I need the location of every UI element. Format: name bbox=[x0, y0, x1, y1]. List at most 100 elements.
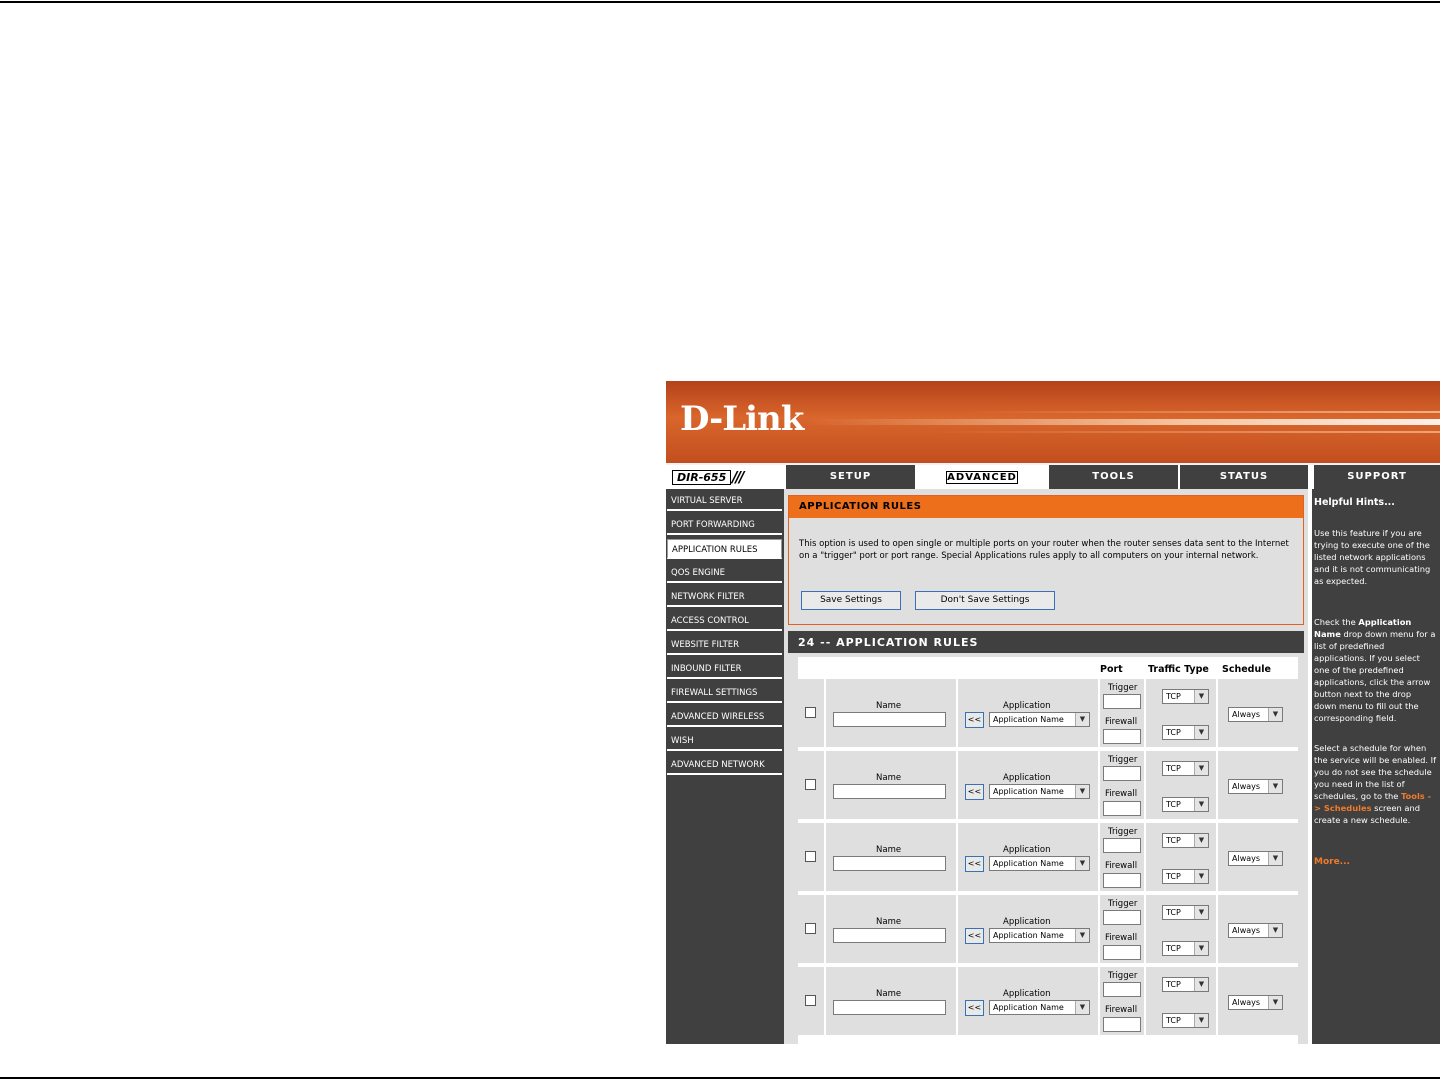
firewall-port-input[interactable] bbox=[1103, 729, 1141, 744]
name-input[interactable] bbox=[833, 856, 946, 871]
main-content: APPLICATION RULES This option is used to… bbox=[784, 489, 1308, 1044]
schedule-select[interactable]: Always ▼ bbox=[1228, 995, 1283, 1010]
helpful-hints-panel: Helpful Hints... Use this feature if you… bbox=[1312, 489, 1440, 1044]
sidebar-item-port-forwarding[interactable]: PORT FORWARDING bbox=[667, 515, 782, 535]
trigger-label: Trigger bbox=[1108, 827, 1138, 837]
rule-row: Name Application << Application Name ▼ Trigge… bbox=[798, 967, 1298, 1035]
select-value: TCP bbox=[1166, 764, 1181, 773]
trigger-port-input[interactable] bbox=[1103, 694, 1141, 709]
trigger-port-input[interactable] bbox=[1103, 982, 1141, 997]
application-name-select[interactable]: Application Name ▼ bbox=[989, 712, 1090, 727]
rule-enable-checkbox[interactable] bbox=[805, 995, 816, 1006]
column-header-schedule: Schedule bbox=[1222, 664, 1271, 675]
sidebar-item-advanced-network[interactable]: ADVANCED NETWORK bbox=[667, 755, 782, 775]
rules-grid: Port Traffic Type Schedule Name Applicati… bbox=[798, 657, 1298, 1044]
section-description: This option is used to open single or mu… bbox=[799, 539, 1289, 561]
rule-enable-checkbox[interactable] bbox=[805, 779, 816, 790]
firewall-port-input[interactable] bbox=[1103, 945, 1141, 960]
sidebar-item-firewall-settings[interactable]: FIREWALL SETTINGS bbox=[667, 683, 782, 703]
sidebar-item-website-filter[interactable]: WEBSITE FILTER bbox=[667, 635, 782, 655]
schedule-select[interactable]: Always ▼ bbox=[1228, 707, 1283, 722]
firewall-traffic-type-select[interactable]: TCP ▼ bbox=[1162, 1013, 1209, 1028]
name-input[interactable] bbox=[833, 712, 946, 727]
sidebar-item-advanced-wireless[interactable]: ADVANCED WIRELESS bbox=[667, 707, 782, 727]
sidebar-item-network-filter[interactable]: NETWORK FILTER bbox=[667, 587, 782, 607]
rule-row: Name Application << Application Name ▼ Trigge… bbox=[798, 823, 1298, 891]
schedule-select[interactable]: Always ▼ bbox=[1228, 779, 1283, 794]
trigger-port-input[interactable] bbox=[1103, 838, 1141, 853]
application-name-select[interactable]: Application Name ▼ bbox=[989, 928, 1090, 943]
firewall-port-input[interactable] bbox=[1103, 1017, 1141, 1032]
chevron-down-icon: ▼ bbox=[1075, 1001, 1089, 1014]
schedule-select[interactable]: Always ▼ bbox=[1228, 851, 1283, 866]
dont-save-settings-button[interactable]: Don't Save Settings bbox=[915, 591, 1055, 610]
trigger-traffic-type-select[interactable]: TCP ▼ bbox=[1162, 833, 1209, 848]
name-input[interactable] bbox=[833, 784, 946, 799]
trigger-traffic-type-select[interactable]: TCP ▼ bbox=[1162, 761, 1209, 776]
trigger-port-input[interactable] bbox=[1103, 766, 1141, 781]
column-header-port: Port bbox=[1100, 664, 1123, 675]
name-label: Name bbox=[876, 773, 902, 783]
trigger-traffic-type-select[interactable]: TCP ▼ bbox=[1162, 977, 1209, 992]
banner-streak bbox=[806, 419, 1440, 425]
rule-enable-checkbox[interactable] bbox=[805, 851, 816, 862]
trigger-port-input[interactable] bbox=[1103, 910, 1141, 925]
application-name-select[interactable]: Application Name ▼ bbox=[989, 1000, 1090, 1015]
tab-advanced[interactable]: ADVANCED bbox=[915, 465, 1047, 489]
chevron-down-icon: ▼ bbox=[1194, 690, 1208, 703]
tab-setup[interactable]: SETUP bbox=[784, 465, 915, 489]
chevron-down-icon: ▼ bbox=[1194, 870, 1208, 883]
firewall-traffic-type-select[interactable]: TCP ▼ bbox=[1162, 941, 1209, 956]
application-label: Application bbox=[1003, 917, 1051, 927]
trigger-label: Trigger bbox=[1108, 899, 1138, 909]
model-slashes: /// bbox=[732, 468, 745, 486]
copy-application-button[interactable]: << bbox=[965, 712, 984, 728]
select-value: TCP bbox=[1166, 728, 1181, 737]
firewall-traffic-type-select[interactable]: TCP ▼ bbox=[1162, 869, 1209, 884]
firewall-label: Firewall bbox=[1105, 1005, 1138, 1015]
name-label: Name bbox=[876, 845, 902, 855]
application-name-select[interactable]: Application Name ▼ bbox=[989, 784, 1090, 799]
name-input[interactable] bbox=[833, 928, 946, 943]
sidebar-item-inbound-filter[interactable]: INBOUND FILTER bbox=[667, 659, 782, 679]
tab-label: TOOLS bbox=[1092, 471, 1135, 482]
name-input[interactable] bbox=[833, 1000, 946, 1015]
tab-support[interactable]: SUPPORT bbox=[1312, 465, 1440, 489]
firewall-label: Firewall bbox=[1105, 789, 1138, 799]
router-ui-screenshot: D-Link DIR-655 /// SETUP ADVANCED TOOLS … bbox=[666, 381, 1440, 1044]
page-top-rule bbox=[0, 1, 1440, 3]
sidebar-item-wish[interactable]: WISH bbox=[667, 731, 782, 751]
firewall-port-input[interactable] bbox=[1103, 873, 1141, 888]
rule-enable-checkbox[interactable] bbox=[805, 923, 816, 934]
trigger-traffic-type-select[interactable]: TCP ▼ bbox=[1162, 905, 1209, 920]
trigger-label: Trigger bbox=[1108, 755, 1138, 765]
schedule-select[interactable]: Always ▼ bbox=[1228, 923, 1283, 938]
copy-application-button[interactable]: << bbox=[965, 784, 984, 800]
trigger-traffic-type-select[interactable]: TCP ▼ bbox=[1162, 689, 1209, 704]
chevron-down-icon: ▼ bbox=[1075, 713, 1089, 726]
application-rules-intro: APPLICATION RULES This option is used to… bbox=[788, 495, 1304, 625]
rule-enable-checkbox[interactable] bbox=[805, 707, 816, 718]
copy-application-button[interactable]: << bbox=[965, 856, 984, 872]
banner-streak bbox=[966, 411, 1440, 413]
banner-streak bbox=[926, 431, 1440, 433]
sidebar-item-access-control[interactable]: ACCESS CONTROL bbox=[667, 611, 782, 631]
firewall-port-input[interactable] bbox=[1103, 801, 1141, 816]
chevron-down-icon: ▼ bbox=[1075, 929, 1089, 942]
tab-status[interactable]: STATUS bbox=[1178, 465, 1308, 489]
save-settings-button[interactable]: Save Settings bbox=[801, 591, 901, 610]
sidebar-item-qos-engine[interactable]: QOS ENGINE bbox=[667, 563, 782, 583]
more-link[interactable]: More... bbox=[1314, 857, 1350, 867]
firewall-traffic-type-select[interactable]: TCP ▼ bbox=[1162, 797, 1209, 812]
hint-paragraph: Use this feature if you are trying to ex… bbox=[1314, 528, 1431, 586]
firewall-label: Firewall bbox=[1105, 933, 1138, 943]
sidebar-item-virtual-server[interactable]: VIRTUAL SERVER bbox=[667, 491, 782, 511]
copy-application-button[interactable]: << bbox=[965, 1000, 984, 1016]
application-name-select[interactable]: Application Name ▼ bbox=[989, 856, 1090, 871]
sidebar-item-application-rules[interactable]: APPLICATION RULES bbox=[667, 539, 782, 559]
chevron-down-icon: ▼ bbox=[1194, 1014, 1208, 1027]
dlink-logo: D-Link bbox=[680, 399, 804, 439]
firewall-traffic-type-select[interactable]: TCP ▼ bbox=[1162, 725, 1209, 740]
tab-tools[interactable]: TOOLS bbox=[1047, 465, 1178, 489]
copy-application-button[interactable]: << bbox=[965, 928, 984, 944]
